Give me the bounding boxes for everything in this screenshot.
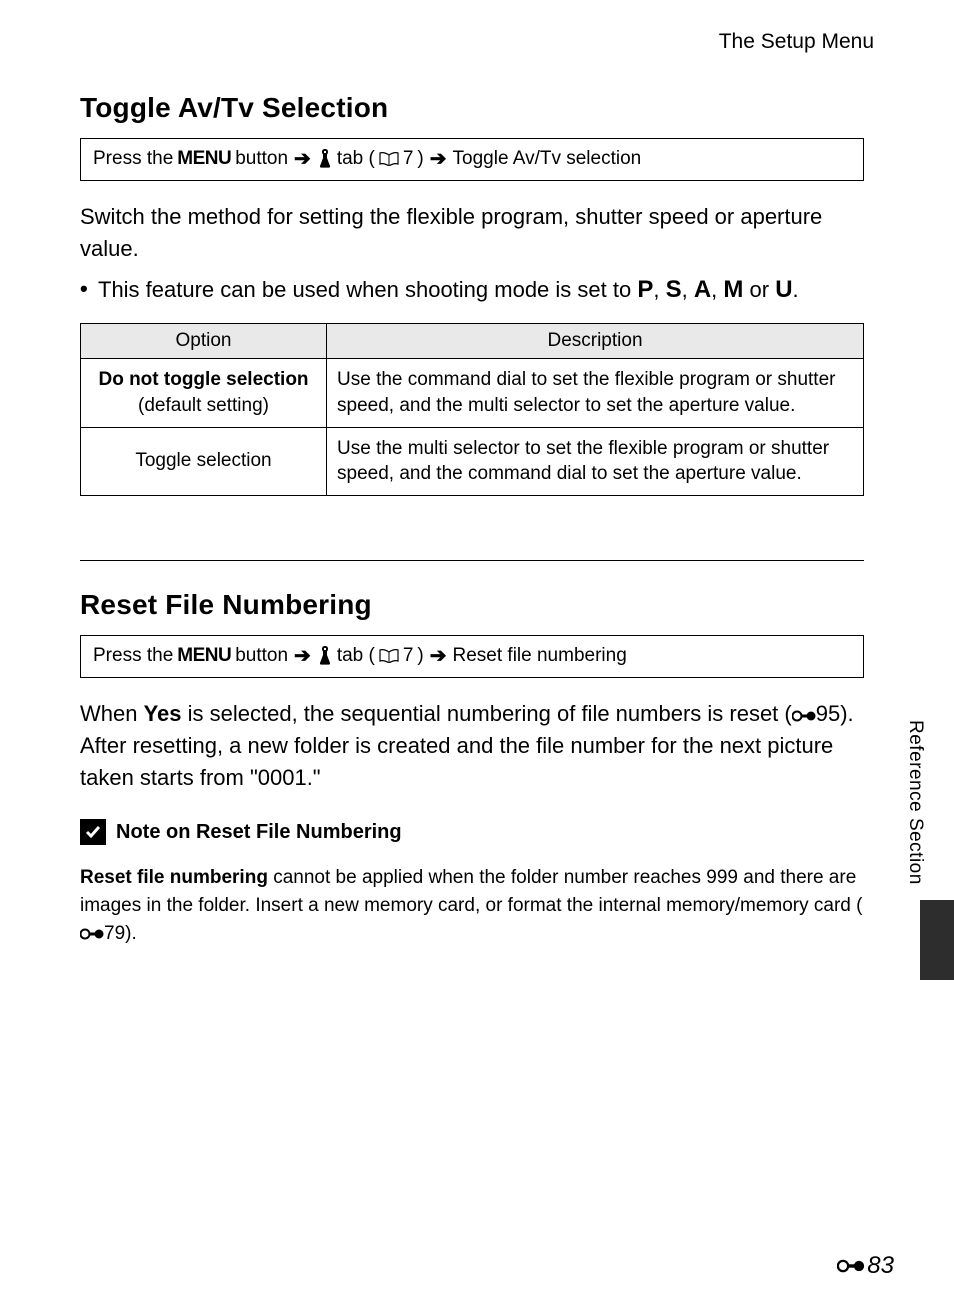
chapter-header: The Setup Menu (80, 30, 874, 54)
cross-ref-number: 79 (104, 923, 125, 944)
mode-u: U (775, 276, 792, 303)
side-section-label: Reference Section (904, 720, 926, 885)
section-divider (80, 560, 864, 561)
nav-text: button (235, 645, 288, 668)
nav-destination: Reset file numbering (453, 645, 627, 668)
nav-cross-ref: 7 (403, 148, 414, 171)
cross-ref-number: 95 (816, 701, 840, 726)
note-heading: Note on Reset File Numbering (80, 819, 864, 845)
nav-text: Press the (93, 645, 173, 668)
nav-text: Press the (93, 148, 173, 171)
section-title-toggle-avtv: Toggle Av/Tv Selection (80, 92, 864, 124)
nav-destination: Toggle Av/Tv selection (453, 148, 642, 171)
reset-paragraph: When Yes is selected, the sequential num… (80, 698, 864, 794)
note-text: ). (125, 923, 137, 944)
mode-m: M (723, 276, 743, 303)
nav-text: tab ( (337, 148, 375, 171)
page-number-value: 83 (867, 1252, 894, 1280)
arrow-right-icon: ➔ (430, 646, 447, 666)
table-row: Do not toggle selection (default setting… (81, 359, 864, 427)
arrow-right-icon: ➔ (430, 149, 447, 169)
breadcrumb-reset-file-numbering: Press the MENU button ➔ tab ( 7) ➔ Reset… (80, 635, 864, 678)
wrench-icon (317, 646, 333, 666)
feature-bullet: This feature can be used when shooting m… (80, 273, 864, 308)
option-description: Use the multi selector to set the flexib… (327, 427, 864, 495)
note-bold: Reset file numbering (80, 867, 268, 888)
nav-text: tab ( (337, 645, 375, 668)
option-name: Do not toggle selection (91, 367, 316, 393)
reference-icon (792, 709, 816, 723)
para-yes: Yes (144, 701, 182, 726)
menu-button-label: MENU (177, 148, 231, 171)
table-head-option: Option (81, 324, 327, 359)
wrench-icon (317, 149, 333, 169)
table-row: Toggle selection Use the multi selector … (81, 427, 864, 495)
options-table: Option Description Do not toggle selecti… (80, 323, 864, 496)
option-description: Use the command dial to set the flexible… (327, 359, 864, 427)
arrow-right-icon: ➔ (294, 646, 311, 666)
section-title-reset-file-numbering: Reset File Numbering (80, 589, 864, 621)
mode-p: P (637, 276, 653, 303)
book-icon (379, 649, 399, 663)
table-head-description: Description (327, 324, 864, 359)
reference-icon (837, 1258, 865, 1274)
checkmark-badge-icon (80, 819, 106, 845)
bullet-text: This feature can be used when shooting m… (98, 277, 637, 302)
para-text: is selected, the sequential numbering of… (182, 701, 792, 726)
menu-button-label: MENU (177, 645, 231, 668)
nav-text: button (235, 148, 288, 171)
reference-icon (80, 927, 104, 941)
bullet-text: . (793, 277, 799, 302)
page-number: 83 (837, 1252, 894, 1280)
note-title: Note on Reset File Numbering (116, 821, 402, 844)
note-body: Reset file numbering cannot be applied w… (80, 864, 864, 947)
nav-text: ) (417, 645, 423, 668)
breadcrumb-toggle-avtv: Press the MENU button ➔ tab ( 7) ➔ Toggl… (80, 138, 864, 181)
arrow-right-icon: ➔ (294, 149, 311, 169)
option-subtext: (default setting) (91, 393, 316, 419)
para-text: When (80, 701, 144, 726)
nav-text: ) (417, 148, 423, 171)
thumb-tab (920, 900, 954, 980)
nav-cross-ref: 7 (403, 645, 414, 668)
intro-paragraph: Switch the method for setting the flexib… (80, 201, 864, 265)
option-name: Toggle selection (135, 450, 271, 471)
book-icon (379, 152, 399, 166)
mode-a: A (694, 276, 711, 303)
mode-s: S (666, 276, 682, 303)
